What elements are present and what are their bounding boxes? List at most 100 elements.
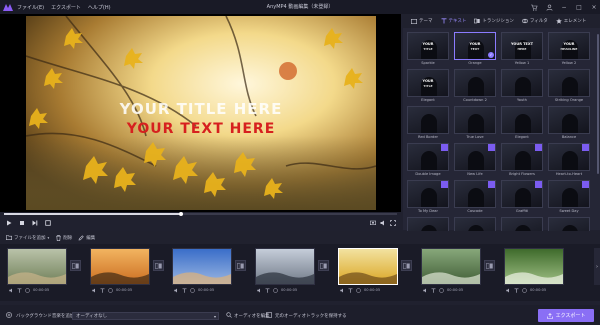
filter-icon[interactable] [356,287,361,293]
title-template-tile[interactable]: Red Border [407,106,449,143]
menu-help[interactable]: ヘルプ(H) [88,4,111,11]
transition-slot-icon[interactable] [235,260,246,271]
filter-icon[interactable] [273,287,278,293]
text-icon[interactable] [182,287,187,293]
next-frame-icon[interactable] [31,219,39,227]
cart-icon[interactable] [530,3,538,11]
volume-icon[interactable] [379,219,386,226]
edit-button[interactable]: 編集 [78,234,95,241]
tab-transition[interactable]: トランジション [474,18,514,24]
user-icon[interactable] [545,3,553,11]
text-icon[interactable] [348,287,353,293]
audio-icon[interactable] [174,288,179,293]
text-icon[interactable] [431,287,436,293]
export-button[interactable]: エクスポート [538,309,594,322]
timeline-clip[interactable] [172,248,232,285]
title-template-tile[interactable]: YOUR TITLE Elegant [407,69,449,106]
title-template-tile[interactable]: YOUR TEXT ✓ Orange [454,32,496,69]
title-template-thumbnail[interactable]: YOUR TITLE [407,32,449,60]
audio-icon[interactable] [340,288,345,293]
title-template-tile[interactable]: Countdown 2 [454,69,496,106]
timeline-clip[interactable] [7,248,67,285]
title-template-thumbnail[interactable] [454,69,496,97]
tab-text[interactable]: テキスト [441,18,466,24]
close-button[interactable]: × [590,3,598,11]
tab-element[interactable]: エレメント [555,18,586,24]
text-icon[interactable] [514,287,519,293]
title-template-tile[interactable]: Elegant [501,106,543,143]
text-icon[interactable] [265,287,270,293]
panel-scrollbar[interactable] [597,34,599,174]
add-file-button[interactable]: ファイルを追加 ▾ [6,235,49,241]
bg-music-select[interactable]: オーディオなし ▾ [72,312,219,320]
preview-frame[interactable]: YOUR TITLE HERE YOUR TEXT HERE [26,16,376,210]
title-template-thumbnail[interactable] [501,180,543,208]
title-template-thumbnail[interactable] [548,106,590,134]
title-template-tile[interactable]: Balance [548,106,590,143]
transition-slot-icon[interactable] [153,260,164,271]
filter-icon[interactable] [522,287,527,293]
progress-track[interactable] [4,212,397,216]
title-template-thumbnail[interactable] [548,69,590,97]
title-template-thumbnail[interactable]: YOUR TEXT HERE [501,32,543,60]
timeline-clip[interactable] [421,248,481,285]
title-template-thumbnail[interactable]: YOUR TITLE [407,69,449,97]
title-template-thumbnail[interactable]: YOUR TEXT ✓ [454,32,496,60]
title-template-thumbnail[interactable] [548,143,590,171]
transition-slot-icon[interactable] [318,260,329,271]
timeline-clip[interactable] [255,248,315,285]
minimize-button[interactable]: − [560,3,568,11]
title-template-thumbnail[interactable] [501,69,543,97]
title-template-tile[interactable]: Heart-to-Heart [548,143,590,180]
transition-slot-icon[interactable] [401,260,412,271]
timeline-clip[interactable] [504,248,564,285]
title-template-tile[interactable]: YOUR TEXT HERE Yellow 1 [501,32,543,69]
transition-slot-icon[interactable] [484,260,495,271]
filter-icon[interactable] [439,287,444,293]
title-template-tile[interactable]: Sweet Day [548,180,590,217]
stop-icon[interactable] [18,219,26,227]
keep-audio-checkbox[interactable] [266,312,272,318]
delete-button[interactable]: 削除 [55,234,72,241]
play-icon[interactable] [5,219,13,227]
title-template-thumbnail[interactable]: YOUR HEADLINE [548,32,590,60]
audio-icon[interactable] [9,288,14,293]
tab-filter[interactable]: フィルタ [521,18,548,24]
title-template-tile[interactable]: YOUR TITLE Sparkle [407,32,449,69]
maximize-button[interactable]: □ [575,3,583,11]
plus-circle-icon[interactable] [6,312,12,318]
timeline-clip[interactable] [338,248,398,285]
audio-edit-icon[interactable] [226,312,232,318]
title-template-tile[interactable]: Bright Flowers [501,143,543,180]
menu-export[interactable]: エクスポート [51,4,81,11]
title-template-thumbnail[interactable] [454,143,496,171]
audio-icon[interactable] [506,288,511,293]
audio-edit-link[interactable]: オーディオを編集 [234,313,270,319]
transition-slot-icon[interactable] [70,260,81,271]
timeline-scroll-right-button[interactable]: › [594,248,600,285]
title-template-tile[interactable]: New Life [454,143,496,180]
title-template-tile[interactable]: True Love [454,106,496,143]
title-template-thumbnail[interactable] [454,180,496,208]
timeline-clip[interactable] [90,248,150,285]
fullscreen-icon[interactable] [389,219,396,226]
audio-icon[interactable] [92,288,97,293]
loop-icon[interactable] [44,219,52,227]
title-template-tile[interactable]: Graffiti [501,180,543,217]
tab-theme[interactable]: テーマ [411,18,433,24]
title-template-thumbnail[interactable] [407,180,449,208]
title-template-tile[interactable]: Youth [501,69,543,106]
text-icon[interactable] [17,287,22,293]
audio-icon[interactable] [257,288,262,293]
snapshot-icon[interactable] [369,219,376,226]
title-template-tile[interactable]: Striking Orange [548,69,590,106]
title-template-thumbnail[interactable] [501,106,543,134]
audio-icon[interactable] [423,288,428,293]
title-template-thumbnail[interactable] [407,143,449,171]
title-template-thumbnail[interactable] [548,180,590,208]
title-template-tile[interactable]: Double Image [407,143,449,180]
text-icon[interactable] [100,287,105,293]
filter-icon[interactable] [25,287,30,293]
title-template-thumbnail[interactable] [407,106,449,134]
filter-icon[interactable] [108,287,113,293]
